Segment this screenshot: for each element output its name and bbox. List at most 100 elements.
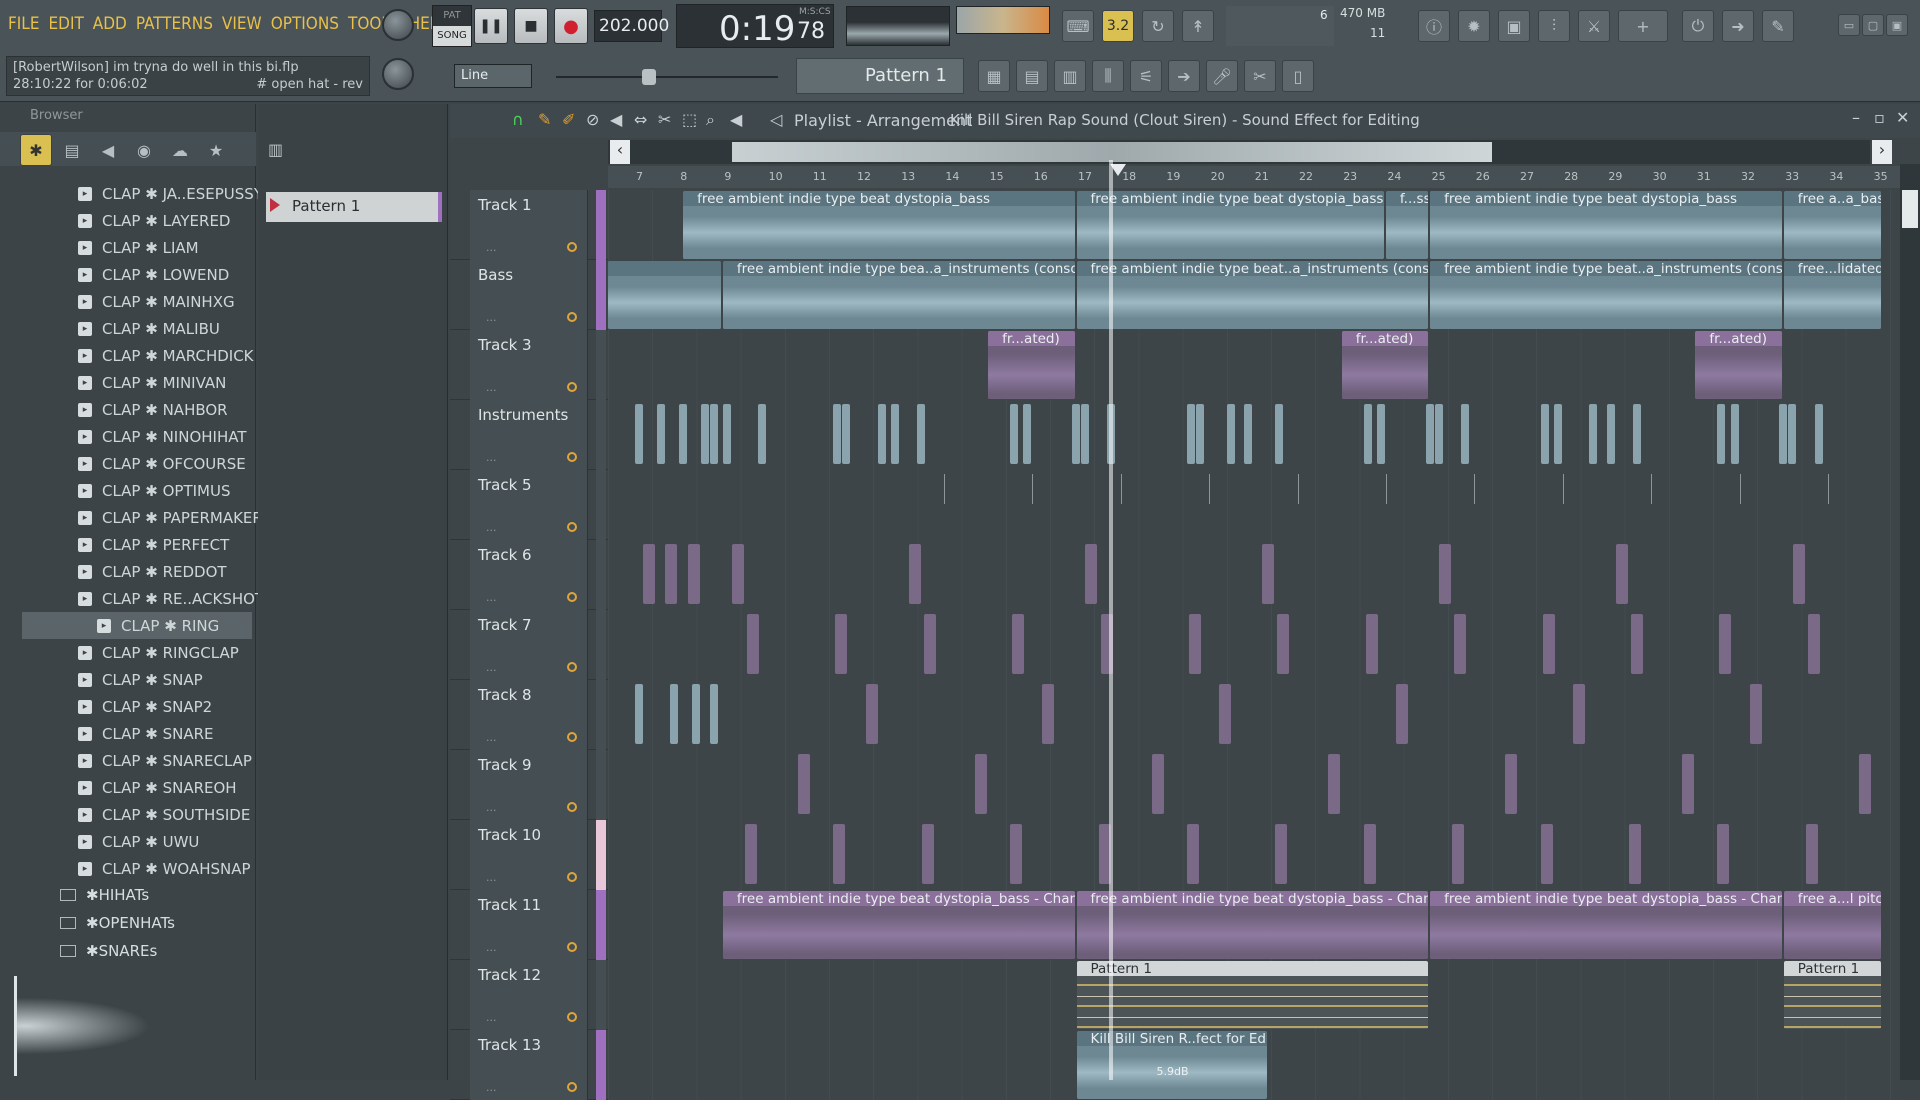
pattern-note[interactable] bbox=[833, 404, 842, 464]
browser-item[interactable]: ▸ CLAP ✱ LOWEND bbox=[78, 261, 229, 288]
delete-tool-icon[interactable]: ⊘ bbox=[586, 110, 599, 129]
pattern-selector[interactable]: Pattern 1 bbox=[796, 58, 964, 94]
menu-edit[interactable]: EDIT bbox=[49, 14, 84, 34]
pattern-note[interactable] bbox=[1730, 404, 1739, 464]
track-options-icon[interactable]: ... bbox=[486, 591, 497, 604]
track-header[interactable]: Instruments... bbox=[470, 400, 588, 470]
pattern-note[interactable] bbox=[687, 544, 700, 604]
track-header[interactable]: Track 7... bbox=[470, 610, 588, 680]
channel-rack-icon[interactable]: ⚔ bbox=[1578, 10, 1610, 42]
browser-item[interactable]: ▸ CLAP ✱ MAINHXG bbox=[78, 288, 235, 315]
power-icon[interactable]: ⏻ bbox=[1682, 10, 1714, 42]
pattern-note[interactable] bbox=[1188, 614, 1201, 674]
browser-item[interactable]: ▸ CLAP ✱ PAPERMAKER bbox=[78, 504, 263, 531]
track-options-icon[interactable]: ... bbox=[486, 451, 497, 464]
track-mute-led[interactable] bbox=[567, 242, 577, 252]
track-mute-led[interactable] bbox=[567, 1082, 577, 1092]
pattern-note[interactable] bbox=[1792, 544, 1805, 604]
pattern-note[interactable] bbox=[1633, 404, 1642, 464]
notes-icon[interactable]: ▯ bbox=[1282, 60, 1314, 92]
track-header[interactable]: Track 9... bbox=[470, 750, 588, 820]
microphone-icon[interactable]: 🎤︎ bbox=[1206, 60, 1238, 92]
pattern-note[interactable] bbox=[1589, 404, 1598, 464]
pattern-note[interactable] bbox=[1553, 404, 1562, 464]
tempo-display[interactable]: 202.000 bbox=[594, 10, 669, 42]
pattern-note[interactable] bbox=[908, 544, 921, 604]
plugin-picker-icon[interactable]: ⚟ bbox=[1130, 60, 1162, 92]
track-mute-led[interactable] bbox=[567, 452, 577, 462]
scroll-thumb[interactable] bbox=[732, 142, 1492, 162]
playlist-clip[interactable]: free ambient indie type beat dystopia_ba… bbox=[1430, 191, 1782, 259]
pattern-note[interactable] bbox=[1629, 824, 1642, 884]
pattern-note[interactable] bbox=[1187, 404, 1196, 464]
playlist-clip[interactable]: fr...ated) bbox=[1695, 331, 1782, 399]
mixer-window-icon[interactable]: ⫼ bbox=[1092, 60, 1124, 92]
menu-view[interactable]: VIEW bbox=[222, 14, 262, 34]
piano-roll-icon[interactable]: ▤ bbox=[1016, 60, 1048, 92]
pattern-note[interactable] bbox=[1219, 684, 1232, 744]
pattern-note[interactable] bbox=[1085, 544, 1098, 604]
pattern-note[interactable] bbox=[835, 614, 848, 674]
pattern-note[interactable] bbox=[1226, 404, 1235, 464]
select-tool-icon[interactable]: ⬚ bbox=[682, 110, 697, 129]
playlist-clip[interactable]: free ambient indie type beat dystopia_ba… bbox=[1430, 891, 1782, 959]
pattern-note[interactable] bbox=[1297, 474, 1299, 504]
track-lane[interactable]: Kill Bill Siren R..fect for Editing 5.9dB bbox=[608, 1030, 1900, 1100]
browser-item[interactable]: ▸ CLAP ✱ OPTIMUS bbox=[78, 477, 230, 504]
pattern-note[interactable] bbox=[1244, 404, 1253, 464]
track-options-icon[interactable]: ... bbox=[486, 941, 497, 954]
track-header[interactable]: Track 10... bbox=[470, 820, 588, 890]
pattern-note[interactable] bbox=[1540, 824, 1553, 884]
browser-star-icon[interactable]: ★ bbox=[200, 134, 232, 166]
track-mute-led[interactable] bbox=[567, 802, 577, 812]
pattern-note[interactable] bbox=[1717, 824, 1730, 884]
playlist-clip[interactable]: f...ss bbox=[1385, 191, 1429, 259]
pattern-note[interactable] bbox=[1277, 614, 1290, 674]
playlist-clip[interactable]: free ambient indie type beat..a_instrume… bbox=[1430, 261, 1782, 329]
browser-cloud-icon[interactable]: ☁ bbox=[164, 134, 196, 166]
pattern-note[interactable] bbox=[1540, 404, 1549, 464]
pattern-note[interactable] bbox=[1363, 404, 1372, 464]
playlist-clip[interactable]: free ambient indie type beat dystopia_ba… bbox=[722, 891, 1075, 959]
pattern-note[interactable] bbox=[1719, 614, 1732, 674]
pattern-note[interactable] bbox=[669, 684, 678, 744]
pattern-note[interactable] bbox=[1012, 614, 1025, 674]
track-options-icon[interactable]: ... bbox=[486, 1011, 497, 1024]
track-options-icon[interactable]: ... bbox=[486, 661, 497, 674]
mixer-icon[interactable]: ⫶ bbox=[1538, 10, 1570, 42]
browser-item[interactable]: ▸ CLAP ✱ MINIVAN bbox=[78, 369, 226, 396]
project-tools-icon[interactable]: ✂ bbox=[1244, 60, 1276, 92]
pattern-note[interactable] bbox=[1010, 824, 1023, 884]
paint-tool-icon[interactable]: ✐ bbox=[562, 110, 575, 129]
track-lane[interactable] bbox=[608, 820, 1900, 890]
slip-tool-icon[interactable]: ⇔ bbox=[634, 110, 647, 129]
song-mode[interactable]: SONG bbox=[433, 26, 471, 46]
pat-song-toggle[interactable]: PAT SONG bbox=[432, 5, 472, 47]
track-mute-led[interactable] bbox=[567, 592, 577, 602]
browser-item[interactable]: ▸ CLAP ✱ SNARE bbox=[78, 720, 214, 747]
browser-item[interactable]: ▸ CLAP ✱ LIAM bbox=[78, 234, 199, 261]
track-header[interactable]: Track 13... bbox=[470, 1030, 588, 1100]
track-header[interactable]: Track 5... bbox=[470, 470, 588, 540]
pattern-note[interactable] bbox=[1275, 824, 1288, 884]
track-lane[interactable] bbox=[608, 750, 1900, 820]
track-header[interactable]: Bass... bbox=[470, 260, 588, 330]
pattern-note[interactable] bbox=[758, 404, 767, 464]
track-lane[interactable] bbox=[608, 400, 1900, 470]
track-lane[interactable]: fr...ated) fr...ated) fr...ated) bbox=[608, 330, 1900, 400]
pattern-note[interactable] bbox=[1739, 474, 1741, 504]
menu-patterns[interactable]: PATTERNS bbox=[136, 14, 213, 34]
pattern-note[interactable] bbox=[1827, 474, 1829, 504]
pattern-note[interactable] bbox=[745, 824, 758, 884]
browser-all-icon[interactable]: ✱ bbox=[20, 134, 52, 166]
track-mute-led[interactable] bbox=[567, 872, 577, 882]
pattern-note[interactable] bbox=[798, 754, 811, 814]
pattern-note[interactable] bbox=[1749, 684, 1762, 744]
pattern-note[interactable] bbox=[890, 404, 899, 464]
playlist-clip[interactable]: free ambient indie type beat..a_instrume… bbox=[1076, 261, 1429, 329]
pattern-note[interactable] bbox=[1452, 824, 1465, 884]
playlist-icon[interactable]: ▦ bbox=[978, 60, 1010, 92]
pattern-note[interactable] bbox=[865, 684, 878, 744]
window-restore-icon[interactable]: ▢ bbox=[1862, 14, 1884, 36]
pattern-note[interactable] bbox=[731, 544, 744, 604]
